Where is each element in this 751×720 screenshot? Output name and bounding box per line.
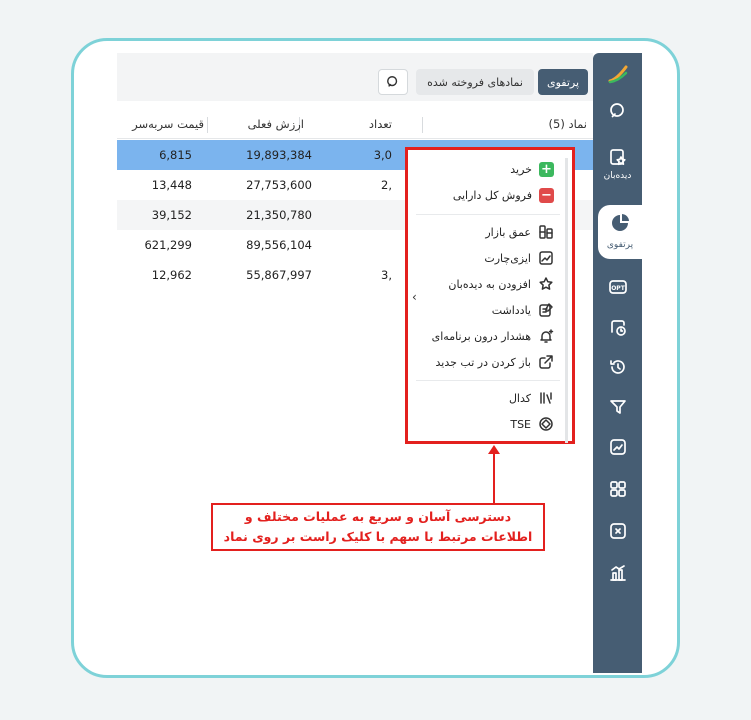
menu-item-label: یادداشت [491,303,531,317]
minus-icon: − [539,187,554,203]
column-breakeven-price[interactable]: قیمت سربه‌سر [132,117,204,131]
sidebar-item-history[interactable] [593,351,642,383]
star-plus-icon [538,276,554,292]
market-depth-icon [538,224,554,240]
sidebar-search[interactable] [593,95,642,127]
sidebar-label-watchlist: دیده‌بان [603,171,632,181]
opt-icon: OPT [608,280,627,294]
menu-item-codal[interactable]: کدال [509,388,554,408]
chevron-left-icon[interactable]: ‹ [412,290,417,304]
menu-item-label: TSE [510,417,531,431]
bell-plus-icon [538,328,554,344]
codal-icon [538,390,554,406]
cell-value: 89,556,104 [246,238,312,252]
context-menu: ‹ + خرید − فروش کل دارایی عمق بازار ایزی… [405,147,575,444]
external-link-icon [538,354,554,370]
menu-item-add-watchlist[interactable]: افزودن به دیده‌بان [448,274,554,294]
sidebar: دیده‌بان پرتفوی OPT [593,53,642,673]
menu-item-sell-all[interactable]: − فروش کل دارایی [453,185,554,205]
grid-apps-icon [609,481,626,497]
cell-count: 2, [381,178,392,192]
sidebar-item-apps[interactable] [593,473,642,505]
table-header: نماد (5) تعداد ارزش فعلی قیمت سربه‌سر [117,109,593,139]
menu-item-label: کدال [508,391,531,405]
reports-icon [609,565,626,581]
menu-item-label: باز کردن در تب جدید [435,355,531,369]
sidebar-item-orders[interactable] [593,311,642,343]
annotation-arrowhead [488,445,500,454]
sidebar-label-portfolio: پرتفوی [606,240,634,250]
menu-item-tse[interactable]: TSE [510,414,554,434]
menu-item-buy[interactable]: + خرید [510,159,554,179]
column-symbol[interactable]: نماد (5) [549,117,587,131]
sidebar-item-calculator[interactable] [593,515,642,547]
note-icon [538,302,554,318]
menu-item-label: خرید [510,162,532,176]
menu-divider [416,380,560,381]
cell-count: 3, [381,268,392,282]
menu-item-alert[interactable]: هشدار درون برنامه‌ای [432,326,554,346]
sidebar-item-filter[interactable] [593,391,642,423]
callout-line-2: اطلاعات مرتبط با سهم با کلیک راست بر روی… [223,529,533,544]
annotation-callout: دسترسی آسان و سریع به عملیات مختلف و اطل… [211,503,545,551]
cell-breakeven: 39,152 [151,208,192,222]
app-logo [608,65,628,84]
tab-portfolio[interactable]: پرتفوی [538,69,588,95]
column-divider [207,117,208,133]
orders-clock-icon [610,320,626,336]
chart-line-icon [538,250,554,266]
portfolio-pie-icon [612,214,629,231]
sidebar-item-reports[interactable] [593,557,642,589]
history-icon [609,360,625,374]
menu-item-label: عمق بازار [485,225,531,239]
cell-value: 27,753,600 [246,178,312,192]
cell-breakeven: 13,448 [151,178,192,192]
cell-count: 3,0 [373,148,392,162]
search-icon [609,103,624,118]
sidebar-item-options[interactable]: OPT [593,271,642,303]
menu-item-label: افزودن به دیده‌بان [448,277,531,291]
plus-icon: + [539,161,554,177]
cell-breakeven: 6,815 [159,148,192,162]
svg-text:OPT: OPT [611,285,625,292]
menu-item-easy-chart[interactable]: ایزی‌چارت [484,248,554,268]
menu-item-note[interactable]: یادداشت [492,300,554,320]
top-bar: پرتفوی نمادهای فروخته شده [117,53,593,101]
sidebar-item-chart[interactable] [593,431,642,463]
search-button[interactable] [378,69,408,95]
filter-icon [609,400,626,414]
sidebar-item-portfolio[interactable]: پرتفوی [598,205,642,259]
calculator-icon [609,523,626,539]
sidebar-item-watchlist[interactable] [593,141,642,173]
chart-icon [609,439,626,455]
menu-item-market-depth[interactable]: عمق بازار [485,222,554,242]
annotation-arrow [493,450,495,508]
cell-value: 19,893,384 [246,148,312,162]
column-count[interactable]: تعداد [369,117,392,131]
tse-icon [538,416,554,432]
search-icon [387,76,398,87]
context-menu-scrollbar[interactable] [565,158,568,443]
menu-divider [416,214,560,215]
cell-breakeven: 12,962 [151,268,192,282]
menu-item-open-new-tab[interactable]: باز کردن در تب جدید [436,352,554,372]
cell-breakeven: 621,299 [144,238,192,252]
tab-sold-symbols[interactable]: نمادهای فروخته شده [416,69,534,95]
column-divider [422,117,423,133]
callout-line-1: دسترسی آسان و سریع به عملیات مختلف و [244,509,512,524]
menu-item-label: ایزی‌چارت [484,251,531,265]
cell-value: 55,867,997 [246,268,312,282]
menu-item-label: هشدار درون برنامه‌ای [431,329,531,343]
app-frame: پرتفوی نمادهای فروخته شده نماد (5) تعداد… [71,38,680,678]
watchlist-icon [609,149,626,166]
cell-value: 21,350,780 [246,208,312,222]
menu-item-label: فروش کل دارایی [452,188,532,202]
column-current-value[interactable]: ارزش فعلی [248,117,304,131]
